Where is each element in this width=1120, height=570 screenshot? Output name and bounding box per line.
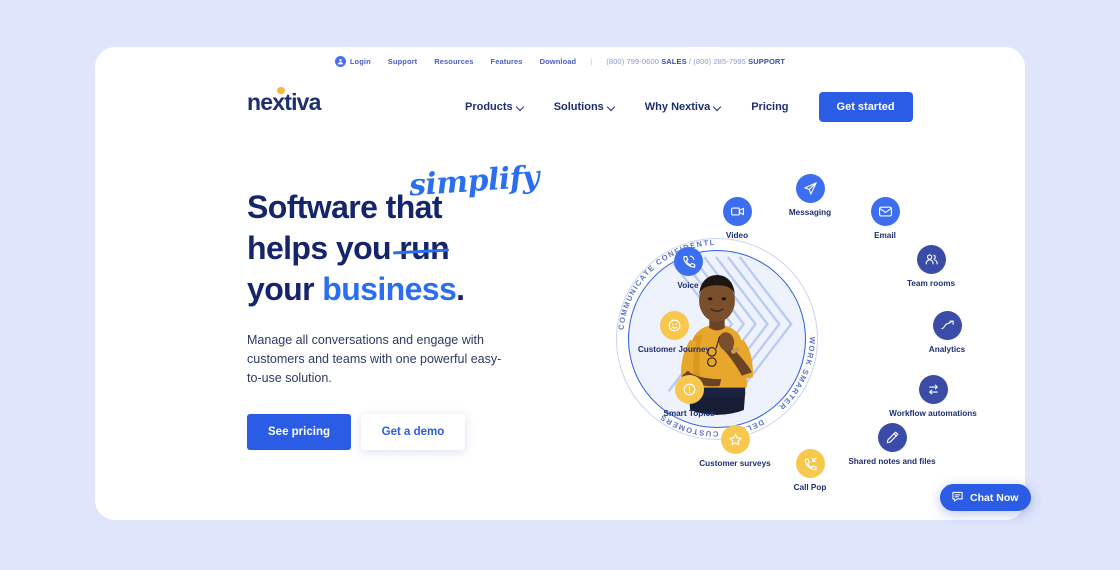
support-phone-number[interactable]: (800) 285-7995 [693, 57, 746, 66]
feature-label-smart-topics: Smart Topics [663, 409, 715, 418]
headline-highlight-word: business [322, 270, 457, 307]
utility-link-download[interactable]: Download [540, 57, 577, 66]
sync-arrows-icon [918, 375, 948, 404]
feature-node-smart-topics[interactable]: Smart Topics [643, 375, 735, 419]
utility-divider: | [590, 57, 593, 66]
nav-links: Products Solutions Why Nextiva Pricing G… [465, 92, 913, 122]
feature-label-workflow-automations: Workflow automations [889, 409, 977, 418]
feature-node-call-pop[interactable]: Call Pop [764, 449, 856, 493]
login-link[interactable]: Login [334, 56, 371, 67]
feature-label-team-rooms: Team rooms [906, 279, 956, 288]
nav-item-pricing-label: Pricing [751, 101, 789, 113]
envelope-icon [870, 197, 900, 226]
utility-link-features[interactable]: Features [491, 57, 523, 66]
login-label: Login [349, 57, 371, 66]
utility-link-support[interactable]: Support [388, 57, 417, 66]
nextiva-logo[interactable]: nextiva [247, 86, 321, 114]
feature-node-voice[interactable]: Voice [642, 247, 734, 291]
chat-now-label: Chat Now [970, 491, 1019, 504]
logo-dot-icon [277, 86, 285, 94]
nav-item-pricing[interactable]: Pricing [751, 101, 788, 113]
phone-incoming-icon [795, 449, 825, 478]
pencil-icon [877, 423, 907, 452]
hero-copy: Software that helps you run your busines… [247, 160, 540, 450]
feature-node-workflow-automations[interactable]: Workflow automations [887, 375, 979, 419]
star-icon [720, 425, 750, 454]
hero-subtext: Manage all conversations and engage with… [247, 332, 502, 385]
hero-illustration: COMMUNICATE CONFIDENTLY WORK SMARTER DEL… [550, 125, 977, 492]
phone-slash: / [688, 57, 692, 66]
headline-line-3-prefix: your [247, 270, 323, 307]
get-started-button[interactable]: Get started [818, 92, 913, 122]
headline-struck-word-wrap: run [393, 228, 450, 269]
feature-node-shared-notes-and-files[interactable]: Shared notes and files [846, 423, 938, 467]
feature-label-shared-notes-and-files: Shared notes and files [848, 457, 936, 466]
exclamation-icon [674, 375, 704, 404]
sales-phone-number[interactable]: (800) 799-0600 [606, 57, 659, 66]
feature-node-email[interactable]: Email [839, 197, 931, 241]
chevron-down-icon [517, 103, 524, 110]
support-label: SUPPORT [748, 57, 786, 66]
feature-label-video: Video [725, 231, 749, 240]
trend-up-icon [932, 311, 962, 340]
site-card: Login Support Resources Features Downloa… [95, 47, 1025, 520]
user-avatar-icon [334, 56, 346, 67]
headline-line-2-prefix: helps you [247, 229, 400, 266]
hero-cta-row: See pricing Get a demo [247, 413, 537, 450]
chevron-down-icon [608, 103, 615, 110]
smiley-icon [659, 311, 689, 340]
utility-phone-numbers: (800) 799-0600 SALES / (800) 285-7995 SU… [606, 57, 785, 66]
paper-plane-icon [795, 174, 825, 203]
see-pricing-button[interactable]: See pricing [247, 413, 351, 450]
feature-label-voice: Voice [677, 281, 699, 290]
nav-item-why-nextiva-label: Why Nextiva [644, 101, 711, 113]
handwritten-simplify-annotation: simplify [407, 159, 541, 204]
feature-node-customer-journey[interactable]: Customer Journey [628, 311, 720, 355]
nav-item-solutions[interactable]: Solutions [554, 101, 615, 113]
hero-headline: Software that helps you run your busines… [247, 160, 540, 310]
headline-period: . [456, 270, 465, 307]
feature-node-video[interactable]: Video [691, 197, 783, 241]
utility-link-resources[interactable]: Resources [434, 57, 473, 66]
nav-item-products[interactable]: Products [465, 101, 524, 113]
sales-label: SALES [661, 57, 687, 66]
feature-label-email: Email [874, 231, 896, 240]
chat-bubble-icon [951, 490, 964, 506]
main-nav: nextiva Products Solutions Why Nextiva P… [95, 75, 1025, 122]
get-a-demo-button[interactable]: Get a demo [361, 413, 465, 450]
feature-label-customer-journey: Customer Journey [637, 345, 711, 354]
feature-label-analytics: Analytics [928, 345, 966, 354]
people-icon [916, 245, 946, 274]
feature-node-analytics[interactable]: Analytics [901, 311, 993, 355]
video-camera-icon [722, 197, 752, 226]
utility-nav: Login Support Resources Features Downloa… [95, 56, 1025, 67]
feature-node-team-rooms[interactable]: Team rooms [885, 245, 977, 289]
chevron-down-icon [714, 103, 721, 110]
page-root: Login Support Resources Features Downloa… [0, 0, 1120, 570]
nav-item-products-label: Products [465, 101, 513, 113]
phone-ring-icon [673, 247, 703, 276]
nav-item-why-nextiva[interactable]: Why Nextiva [645, 101, 721, 113]
feature-label-call-pop: Call Pop [793, 483, 827, 492]
chat-now-widget[interactable]: Chat Now [940, 484, 1032, 511]
nav-item-solutions-label: Solutions [553, 101, 604, 113]
